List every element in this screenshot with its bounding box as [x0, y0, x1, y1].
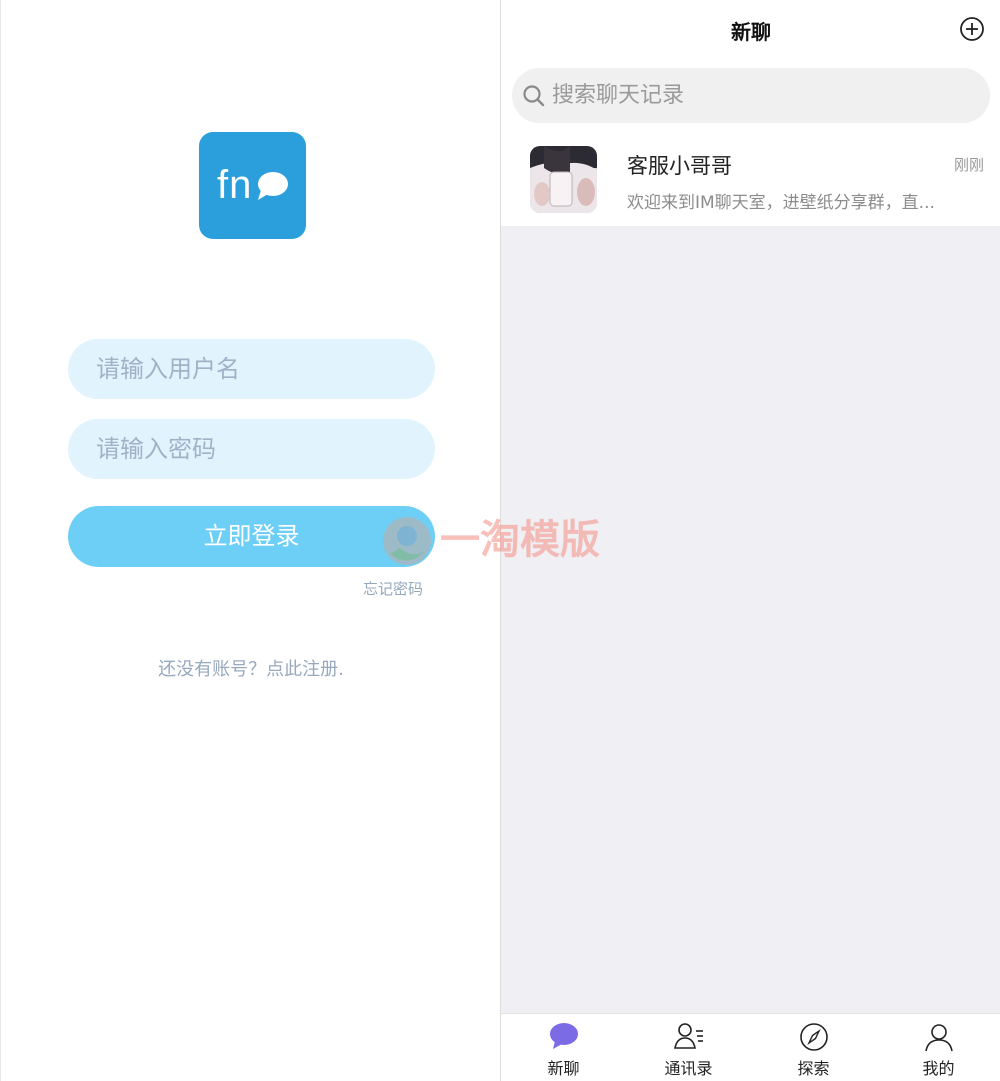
- tab-explore[interactable]: 探索: [751, 1014, 876, 1081]
- search-bar: [501, 60, 1000, 130]
- compass-icon: [799, 1023, 828, 1051]
- list-item[interactable]: 客服小哥哥 刚刚 欢迎来到IM聊天室，进壁纸分享群，直...: [501, 130, 1000, 226]
- logo-text: fn: [217, 163, 253, 207]
- avatar: [530, 146, 597, 213]
- bottom-tabbar: 新聊 通讯录 探索 我的: [501, 1013, 1000, 1081]
- add-circle-icon[interactable]: [959, 16, 985, 42]
- contacts-icon: [673, 1023, 703, 1049]
- watermark: 一淘模版: [380, 512, 630, 568]
- avatar-photo: [530, 146, 597, 213]
- conversation-time: 刚刚: [953, 156, 984, 174]
- user-icon: [924, 1024, 953, 1052]
- search-box: [512, 68, 990, 123]
- conversation-preview: 欢迎来到IM聊天室，进壁纸分享群，直...: [627, 193, 935, 213]
- speech-bubble-icon: [258, 172, 288, 200]
- watermark-logo-icon: [383, 517, 431, 565]
- chat-bubble-icon: [549, 1023, 578, 1049]
- tab-label: 探索: [797, 1059, 830, 1078]
- username-input[interactable]: [68, 339, 435, 399]
- password-input[interactable]: [68, 419, 435, 479]
- tab-new-chat[interactable]: 新聊: [501, 1014, 626, 1081]
- search-icon: [523, 85, 545, 107]
- watermark-text: 一淘模版: [440, 517, 600, 563]
- tab-contacts[interactable]: 通讯录: [626, 1014, 751, 1081]
- search-input[interactable]: [552, 68, 972, 123]
- register-link[interactable]: 还没有账号？点此注册.: [1, 655, 501, 681]
- conversation-name: 客服小哥哥: [627, 154, 732, 178]
- tab-label: 我的: [922, 1059, 955, 1078]
- tab-label: 新聊: [547, 1059, 580, 1078]
- forgot-password-link[interactable]: 忘记密码: [363, 578, 423, 599]
- app-logo: fn: [199, 132, 306, 239]
- tab-label: 通讯录: [664, 1059, 713, 1078]
- chat-header: 新聊: [501, 0, 1000, 60]
- tab-me[interactable]: 我的: [876, 1014, 1000, 1081]
- page-title: 新聊: [731, 20, 771, 44]
